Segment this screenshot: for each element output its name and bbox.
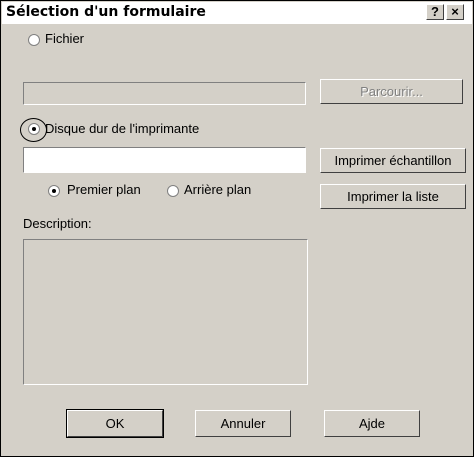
file-radio-label: Fichier [45,31,85,46]
file-radio[interactable] [28,34,40,46]
foreground-radio[interactable] [48,185,60,197]
help-icon[interactable]: ? [426,4,444,20]
description-label: Description: [23,216,92,231]
file-path-field[interactable] [23,82,306,105]
title-bar: Sélection d'un formulaire ? × [2,2,472,24]
print-list-button[interactable]: Imprimer la liste [320,184,466,209]
browse-button[interactable]: Parcourir... [320,79,463,104]
window-title: Sélection d'un formulaire [6,4,206,20]
close-icon[interactable]: × [446,4,464,20]
ok-button[interactable]: OK [66,409,164,438]
print-sample-button[interactable]: Imprimer échantillon [320,148,466,173]
foreground-radio-label: Premier plan [67,182,141,197]
form-selection-dialog: Sélection d'un formulaire ? × Fichier Pa… [0,0,474,457]
background-radio[interactable] [167,185,179,197]
disk-radio[interactable] [28,123,40,135]
description-box [23,239,308,385]
disk-radio-label: Disque dur de l'imprimante [45,121,200,136]
cancel-button[interactable]: Annuler [195,410,291,437]
background-radio-label: Arrière plan [184,182,252,197]
help-button[interactable]: Ajde [324,410,420,437]
disk-form-input[interactable] [23,147,306,173]
